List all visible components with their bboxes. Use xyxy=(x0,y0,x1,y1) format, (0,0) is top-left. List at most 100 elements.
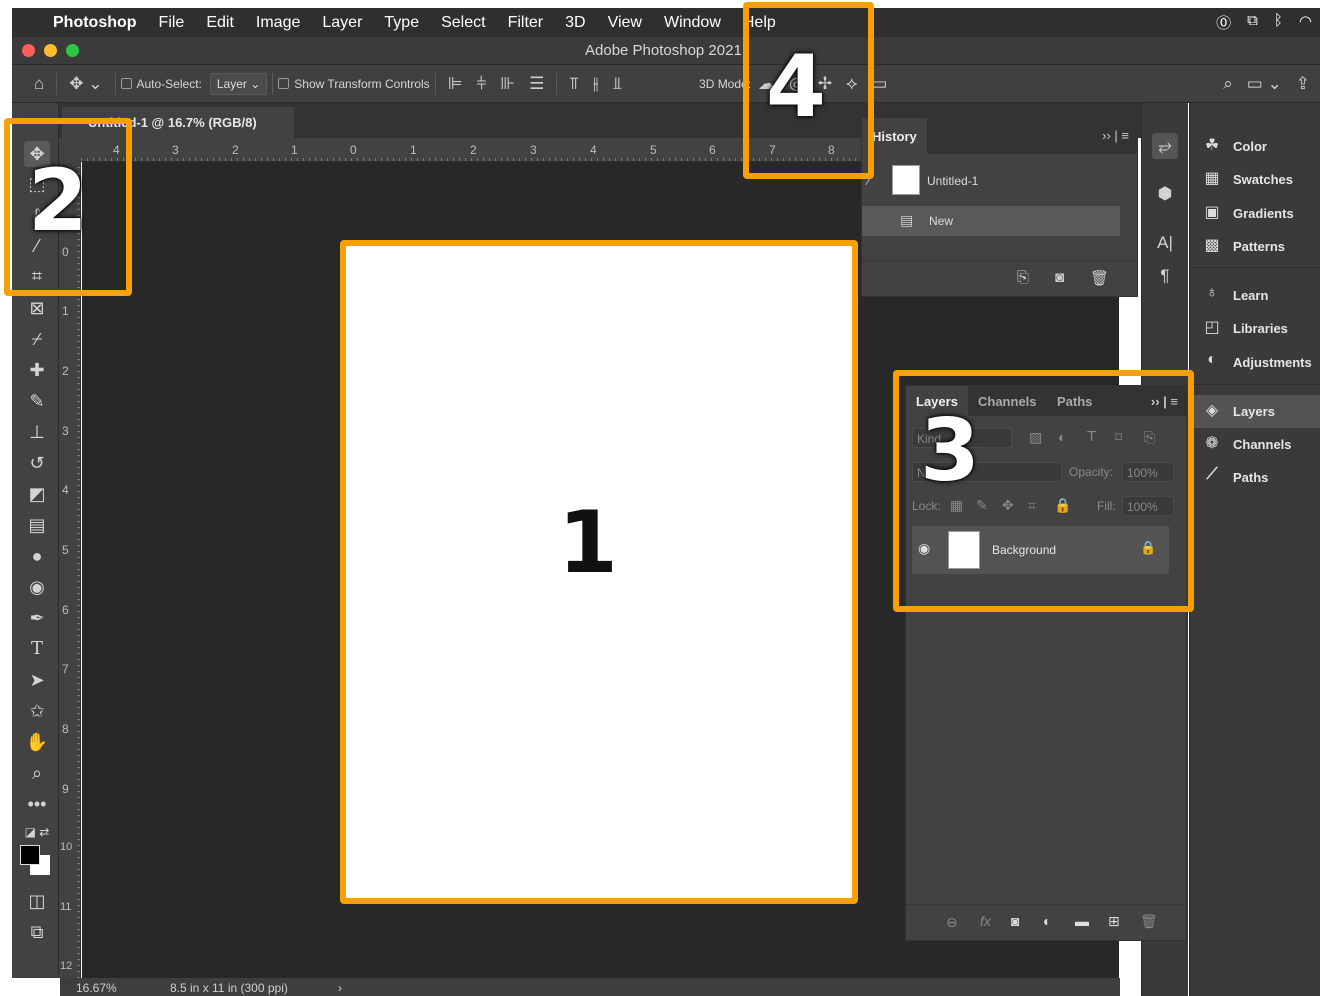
new-group-icon[interactable]: ▬ xyxy=(1075,913,1089,929)
panel-color[interactable]: ☘ Color xyxy=(1190,130,1320,163)
auto-select-label: Auto-Select: xyxy=(136,76,202,91)
brush-tool-icon[interactable]: ✎ xyxy=(24,388,50,414)
menu-type[interactable]: Type xyxy=(373,14,430,32)
show-transform-checkbox[interactable] xyxy=(278,78,290,89)
record-icon[interactable]: ⓪ xyxy=(1216,12,1231,33)
eyedropper-tool-icon[interactable]: ⌿ xyxy=(24,326,50,352)
panel-channels[interactable]: ❁ Channels xyxy=(1190,428,1320,461)
zoom-level[interactable]: 16.67% xyxy=(76,981,117,995)
menu-filter[interactable]: Filter xyxy=(497,14,555,32)
gradient-tool-icon[interactable]: ▤ xyxy=(24,512,50,538)
panel-menu-icon[interactable]: ›› | ≡ xyxy=(1102,128,1129,143)
menu-image[interactable]: Image xyxy=(245,14,311,32)
panel-swatches[interactable]: ▦ Swatches xyxy=(1190,163,1320,196)
align-center-icon[interactable]: ⫩ xyxy=(470,74,494,94)
panel-label: Adjustments xyxy=(1233,355,1312,370)
home-icon[interactable]: ⌂ xyxy=(12,74,51,94)
menu-app[interactable]: Photoshop xyxy=(42,14,148,32)
hand-tool-icon[interactable]: ✋ xyxy=(24,729,50,755)
align-top-icon[interactable]: ⫪ xyxy=(562,74,586,94)
menu-view[interactable]: View xyxy=(597,14,653,32)
paragraph-panel-icon[interactable]: ¶ xyxy=(1152,263,1178,289)
status-chevron-icon[interactable]: › xyxy=(338,981,342,995)
panel-label: Paths xyxy=(1233,470,1269,485)
foreground-color-swatch[interactable] xyxy=(20,845,40,865)
grid-icon: ▦ xyxy=(1204,170,1220,187)
blur-tool-icon[interactable]: ● xyxy=(24,543,50,569)
panel-layers[interactable]: ◈ Layers xyxy=(1190,395,1320,428)
screen-mode-icon[interactable]: ⧉ xyxy=(24,919,50,945)
3d-panel-icon[interactable]: ⬢ xyxy=(1152,181,1178,207)
menu-select[interactable]: Select xyxy=(430,14,496,32)
zoom-tool-icon[interactable]: ⌕ xyxy=(24,760,50,786)
close-window-button[interactable] xyxy=(22,44,35,57)
panel-libraries[interactable]: ◰ Libraries xyxy=(1190,312,1320,345)
align-middle-icon[interactable]: ⫲ xyxy=(586,74,606,94)
move-tool-preset-icon[interactable]: ✥ ⌄ xyxy=(62,74,109,94)
type-tool-icon[interactable]: T xyxy=(24,636,50,662)
align-left-icon[interactable]: ⊫ xyxy=(441,74,470,94)
divider xyxy=(272,72,274,95)
layers-icon: ◈ xyxy=(1205,402,1219,419)
pen-tool-icon[interactable]: ✒ xyxy=(24,605,50,631)
trash-icon[interactable]: 🗑 xyxy=(1090,269,1109,287)
distribute-icon[interactable]: ☰ xyxy=(522,74,551,94)
align-right-icon[interactable]: ⊪ xyxy=(493,74,522,94)
panel-learn[interactable]: ♁ Learn xyxy=(1190,279,1320,312)
menu-window[interactable]: Window xyxy=(653,14,732,32)
zoom-window-button[interactable] xyxy=(66,44,79,57)
dodge-tool-icon[interactable]: ◉ xyxy=(24,574,50,600)
panel-label: Patterns xyxy=(1233,239,1286,254)
traffic-lights xyxy=(22,44,79,57)
menu-file[interactable]: File xyxy=(148,14,196,32)
new-layer-icon[interactable]: ⊞ xyxy=(1108,913,1120,930)
divider xyxy=(434,72,436,95)
add-mask-icon[interactable]: ◙ xyxy=(1011,913,1019,929)
frame-tool-icon[interactable]: ⊠ xyxy=(24,295,50,321)
history-snapshot[interactable]: ⁄ Untitled-1 xyxy=(862,162,1120,198)
panel-patterns[interactable]: ▩ Patterns xyxy=(1190,230,1320,263)
new-document-from-state-icon[interactable]: ⎘ xyxy=(1017,269,1029,286)
camera-icon[interactable]: ◙ xyxy=(1055,269,1064,286)
menu-3d[interactable]: 3D xyxy=(554,14,596,32)
eraser-tool-icon[interactable]: ◩ xyxy=(24,481,50,507)
menu-layer[interactable]: Layer xyxy=(311,14,373,32)
history-brush-tool-icon[interactable]: ↺ xyxy=(24,450,50,476)
history-state-row[interactable]: ▤ New xyxy=(862,206,1120,236)
link-layers-icon[interactable]: ⊖ xyxy=(946,914,958,931)
callout-number: 3 xyxy=(920,401,980,501)
delete-layer-icon[interactable]: 🗑 xyxy=(1140,913,1158,930)
panel-paths[interactable]: ⟋ Paths xyxy=(1190,461,1320,494)
clone-stamp-tool-icon[interactable]: ⊥ xyxy=(24,419,50,445)
align-bottom-icon[interactable]: ⫫ xyxy=(605,74,629,94)
wifi-icon[interactable]: ◠ xyxy=(1299,12,1312,33)
history-panel-icon[interactable]: ⥂ xyxy=(1152,133,1178,159)
workspace-icon[interactable]: ▭ ⌄ xyxy=(1240,74,1289,94)
auto-select-checkbox[interactable] xyxy=(120,78,132,89)
panel-adjustments[interactable]: ◐ Adjustments xyxy=(1190,346,1320,379)
path-selection-tool-icon[interactable]: ➤ xyxy=(24,667,50,693)
character-panel-icon[interactable]: A| xyxy=(1152,230,1178,256)
auto-select-dropdown[interactable]: Layer ⌄ xyxy=(209,72,268,95)
menu-edit[interactable]: Edit xyxy=(195,14,245,32)
panel-label: Layers xyxy=(1233,404,1275,419)
adjustment-layer-icon[interactable]: ◐ xyxy=(1043,913,1051,929)
more-tools-icon[interactable]: ••• xyxy=(24,791,50,817)
minimize-window-button[interactable] xyxy=(44,44,57,57)
custom-shape-tool-icon[interactable]: ✩ xyxy=(24,698,50,724)
binoculars-icon[interactable]: ⧉ xyxy=(1247,12,1258,33)
options-bar: ⌂ ✥ ⌄ Auto-Select: Layer ⌄ Show Transfor… xyxy=(12,65,1320,103)
quick-mask-icon[interactable]: ◫ xyxy=(24,888,50,914)
bluetooth-icon[interactable]: ᛒ xyxy=(1274,12,1283,33)
document-info[interactable]: 8.5 in x 11 in (300 ppi) xyxy=(170,981,288,995)
healing-brush-tool-icon[interactable]: ✚ xyxy=(24,357,50,383)
share-icon[interactable]: ⇪ xyxy=(1289,74,1320,94)
v-ruler-label: 7 xyxy=(62,662,69,676)
panel-gradients[interactable]: ▣ Gradients xyxy=(1190,197,1320,230)
paths-icon: ⟋ xyxy=(1206,466,1218,483)
panel-label: Learn xyxy=(1233,288,1269,303)
fx-icon[interactable]: fx xyxy=(980,913,991,929)
default-colors-icon[interactable]: ◪ ⇄ xyxy=(24,819,50,845)
search-icon[interactable]: ⌕ xyxy=(1216,74,1240,94)
snapshot-label: Untitled-1 xyxy=(927,174,979,188)
